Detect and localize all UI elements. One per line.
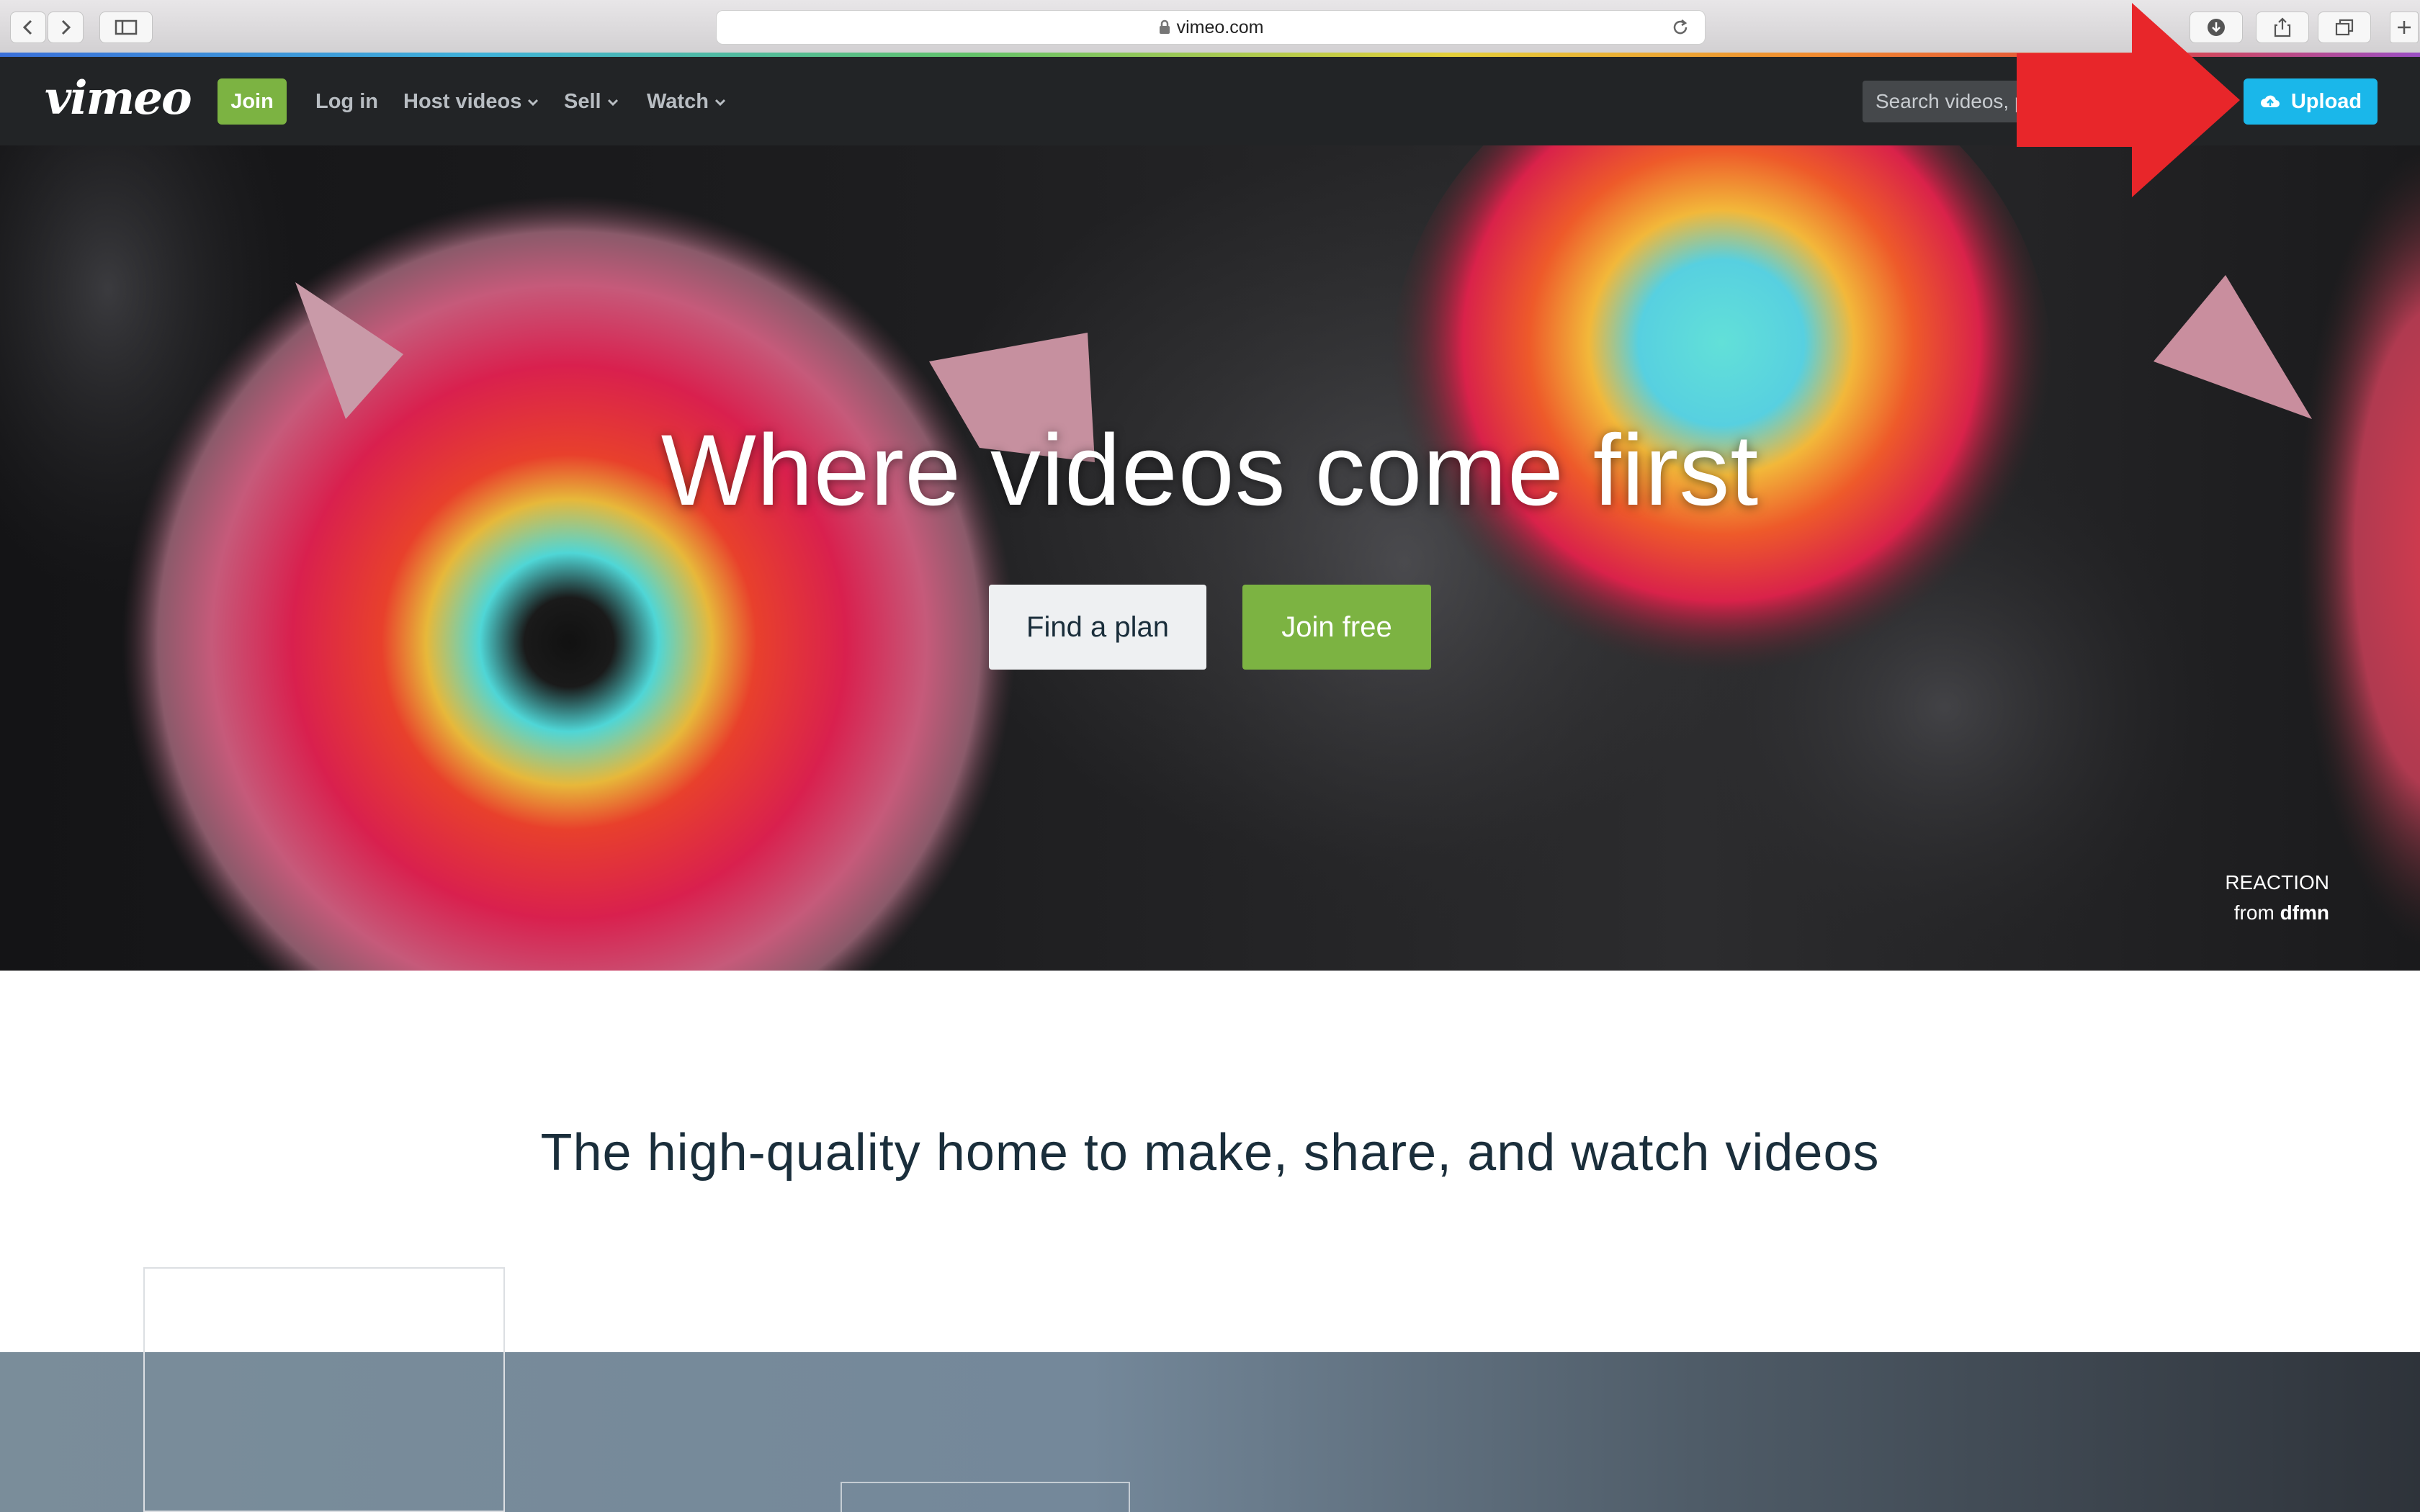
video-credit[interactable]: REACTION from dfmn	[2225, 868, 2329, 928]
forward-button[interactable]	[48, 12, 84, 43]
join-free-button[interactable]: Join free	[1242, 585, 1431, 670]
search-input[interactable]: Search videos, p	[1863, 81, 2033, 122]
find-plan-button[interactable]: Find a plan	[989, 585, 1206, 670]
nav-login-label: Log in	[315, 90, 378, 113]
credit-title: REACTION	[2225, 871, 2329, 894]
url-text: vimeo.com	[1176, 17, 1264, 37]
share-button[interactable]	[2256, 12, 2309, 43]
nav-host-videos[interactable]: Host videos	[403, 90, 539, 114]
chevron-down-icon	[607, 99, 618, 106]
chevron-down-icon	[528, 99, 539, 106]
hero-title: Where videos come first	[660, 413, 1760, 526]
upload-label: Upload	[2290, 89, 2362, 113]
tabs-icon	[2335, 19, 2354, 36]
vimeo-logo[interactable]: vimeo	[45, 71, 192, 125]
lock-icon	[1159, 19, 1170, 34]
credit-author[interactable]: dfmn	[2280, 901, 2329, 924]
share-icon	[2274, 17, 2291, 37]
credit-byline: from dfmn	[2225, 898, 2329, 928]
hero-background-image	[0, 145, 2420, 971]
cloud-upload-icon	[2260, 95, 2280, 107]
tabs-button[interactable]	[2318, 12, 2371, 43]
nav-sell-label: Sell	[564, 90, 601, 113]
nav-host-videos-label: Host videos	[403, 90, 522, 113]
new-tab-icon	[2398, 21, 2411, 34]
feature-card-outline	[143, 1267, 505, 1512]
nav-watch-label: Watch	[647, 90, 709, 113]
nav-login[interactable]: Log in	[315, 90, 378, 114]
back-icon	[22, 19, 32, 35]
back-button[interactable]	[10, 12, 46, 43]
upload-button[interactable]: Upload	[2244, 78, 2378, 125]
forward-icon	[61, 19, 71, 35]
feature-preview-outline	[841, 1482, 1130, 1512]
address-bar[interactable]: vimeo.com	[716, 10, 1706, 45]
hero-banner: Where videos come first Find a plan Join…	[0, 145, 2420, 971]
sidebar-button[interactable]	[99, 12, 153, 43]
join-button[interactable]: Join	[218, 78, 287, 125]
sidebar-icon	[115, 19, 138, 35]
nav-sell[interactable]: Sell	[564, 90, 619, 114]
credit-from: from	[2233, 901, 2275, 924]
section-heading: The high-quality home to make, share, an…	[540, 1124, 1880, 1182]
chevron-down-icon	[714, 99, 725, 106]
red-arrow-annotation	[2017, 3, 2240, 197]
new-tab-button[interactable]	[2390, 12, 2419, 43]
search-placeholder: Search videos, p	[1876, 90, 2026, 112]
nav-watch[interactable]: Watch	[647, 90, 726, 114]
reload-icon[interactable]	[1670, 17, 1690, 37]
